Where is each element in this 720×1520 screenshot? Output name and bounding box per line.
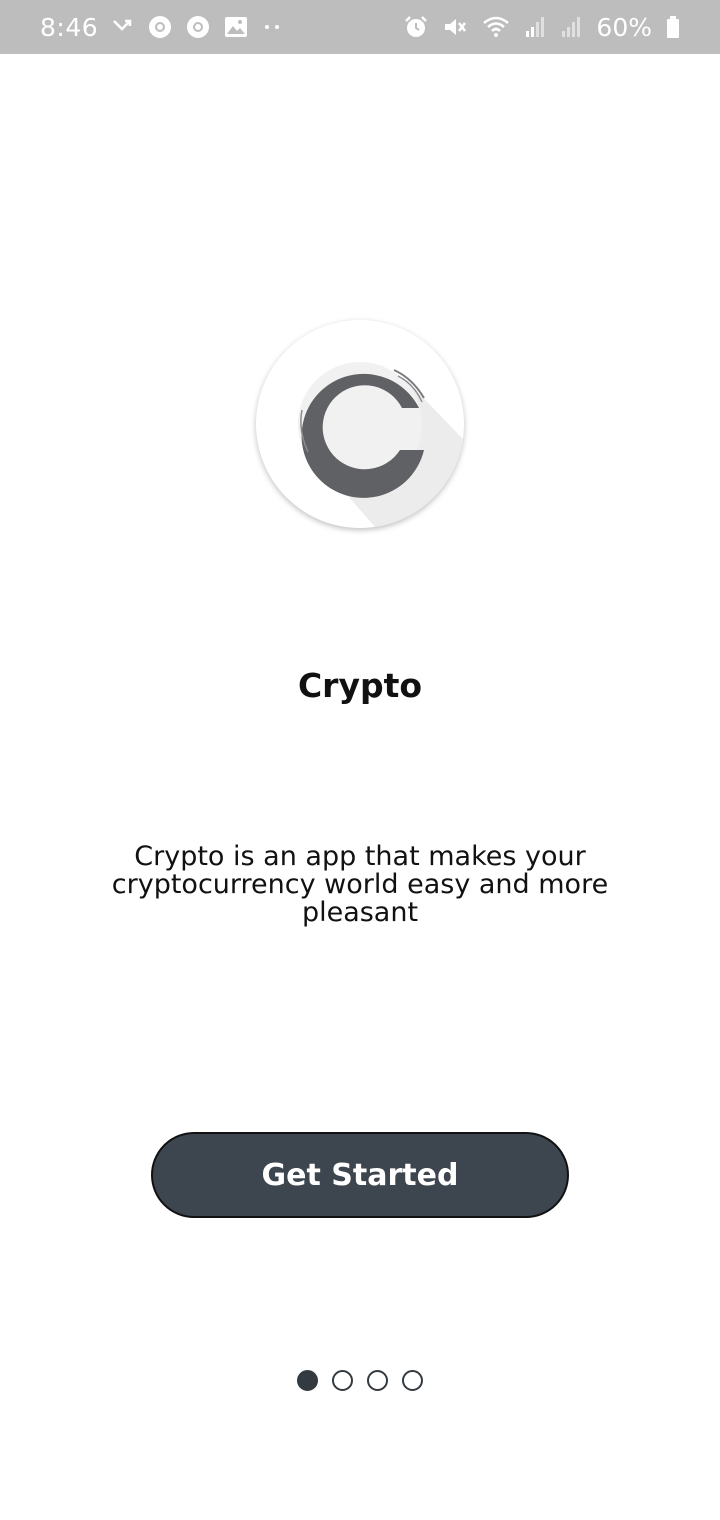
chrome-icon	[186, 13, 210, 41]
status-bar: 8:46 60%	[0, 0, 720, 54]
crypto-logo-icon	[298, 362, 464, 528]
status-bar-left: 8:46	[40, 13, 282, 42]
page-dot-4[interactable]	[402, 1370, 423, 1391]
page-indicator	[0, 1370, 720, 1391]
battery-percent: 60%	[596, 12, 652, 42]
signal-icon	[524, 13, 546, 41]
get-started-button[interactable]: Get Started	[151, 1132, 569, 1218]
app-title: Crypto	[297, 666, 423, 705]
mute-icon	[442, 13, 468, 41]
wifi-icon	[482, 13, 510, 41]
gallery-icon	[224, 13, 248, 41]
page-dot-2[interactable]	[332, 1370, 353, 1391]
signal-icon	[560, 13, 582, 41]
app-description: Crypto is an app that makes your cryptoc…	[111, 841, 609, 928]
chrome-icon	[148, 13, 172, 41]
battery-icon	[666, 13, 680, 41]
more-dots-icon	[262, 13, 282, 41]
status-time: 8:46	[40, 12, 99, 42]
page-dot-3[interactable]	[367, 1370, 388, 1391]
page-dot-1[interactable]	[297, 1370, 318, 1391]
alarm-icon	[404, 13, 428, 41]
app-logo	[256, 320, 464, 528]
missed-call-icon	[112, 13, 134, 41]
status-bar-right: 60%	[404, 13, 680, 42]
